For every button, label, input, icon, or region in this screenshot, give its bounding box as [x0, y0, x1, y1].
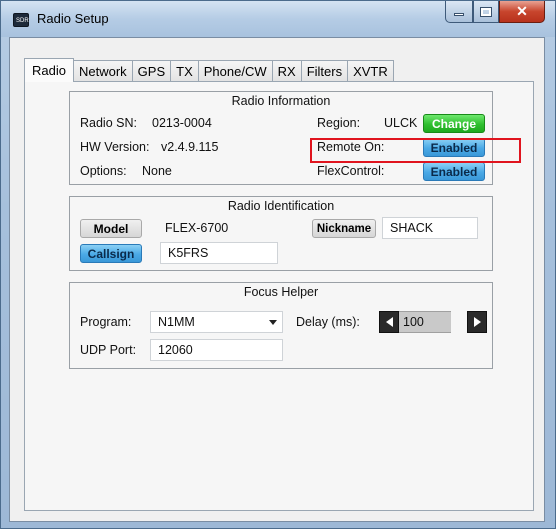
hw-version-value: v2.4.9.115 [161, 140, 219, 154]
tab-gps[interactable]: GPS [132, 60, 172, 82]
region-value: ULCK [384, 116, 418, 130]
title-bar[interactable]: SDR Radio Setup ✕ [1, 1, 555, 37]
callsign-button[interactable]: Callsign [80, 244, 142, 263]
focus-helper-title: Focus Helper [243, 285, 319, 299]
radio-setup-window: SDR Radio Setup ✕ Radio Network GPS TX P… [0, 0, 556, 529]
tab-tx[interactable]: TX [171, 60, 199, 82]
focus-helper-group: Focus Helper Program: N1MM Delay (ms): 1… [69, 282, 493, 369]
radio-identification-group: Radio Identification Model FLEX-6700 Nic… [69, 196, 493, 271]
callsign-field[interactable]: K5FRS [160, 242, 278, 264]
remote-on-highlight [310, 138, 521, 163]
radio-information-title: Radio Information [231, 94, 331, 108]
region-label: Region: [317, 116, 361, 130]
minimize-icon [454, 13, 464, 16]
delay-stepper[interactable]: 100 [379, 311, 487, 333]
tab-xvtr[interactable]: XVTR [348, 60, 394, 82]
close-button[interactable]: ✕ [499, 1, 545, 23]
delay-label: Delay (ms): [296, 315, 360, 329]
tab-bar: Radio Network GPS TX Phone/CW RX Filters… [24, 58, 394, 82]
radio-tab-panel: Radio Information Radio SN: 0213-0004 HW… [24, 81, 534, 511]
minimize-button[interactable] [445, 1, 473, 23]
options-label: Options: [80, 164, 127, 178]
tab-network[interactable]: Network [73, 60, 133, 82]
radio-sn-label: Radio SN: [80, 116, 137, 130]
close-icon: ✕ [516, 3, 528, 19]
window-controls: ✕ [445, 1, 545, 23]
model-button[interactable]: Model [80, 219, 142, 238]
radio-identification-title: Radio Identification [227, 199, 335, 213]
program-select[interactable]: N1MM [150, 311, 283, 333]
delay-value[interactable]: 100 [399, 311, 451, 333]
tab-rx[interactable]: RX [272, 60, 302, 82]
model-value: FLEX-6700 [165, 221, 229, 235]
flexcontrol-toggle[interactable]: Enabled [423, 162, 485, 181]
app-icon-label: SDR [16, 18, 29, 24]
udp-port-label: UDP Port: [80, 343, 137, 357]
arrow-left-icon [385, 317, 393, 327]
flexcontrol-label: FlexControl: [317, 164, 385, 178]
nickname-field[interactable]: SHACK [382, 217, 478, 239]
delay-increment-button[interactable] [467, 311, 487, 333]
hw-version-label: HW Version: [80, 140, 150, 154]
maximize-icon [480, 6, 492, 17]
change-region-button[interactable]: Change [423, 114, 485, 133]
tab-filters[interactable]: Filters [301, 60, 349, 82]
arrow-right-icon [473, 317, 481, 327]
radio-sn-value: 0213-0004 [152, 116, 212, 130]
program-select-value: N1MM [158, 315, 195, 329]
app-icon: SDR [13, 13, 29, 27]
window-title: Radio Setup [37, 11, 109, 26]
chevron-down-icon [269, 320, 277, 325]
tab-radio[interactable]: Radio [24, 58, 74, 82]
udp-port-field[interactable]: 12060 [150, 339, 283, 361]
program-label: Program: [80, 315, 132, 329]
dialog-client: Radio Network GPS TX Phone/CW RX Filters… [9, 37, 545, 522]
tab-phone-cw[interactable]: Phone/CW [198, 60, 273, 82]
maximize-button[interactable] [473, 1, 499, 23]
options-value: None [142, 164, 172, 178]
nickname-button[interactable]: Nickname [312, 219, 376, 238]
delay-decrement-button[interactable] [379, 311, 399, 333]
